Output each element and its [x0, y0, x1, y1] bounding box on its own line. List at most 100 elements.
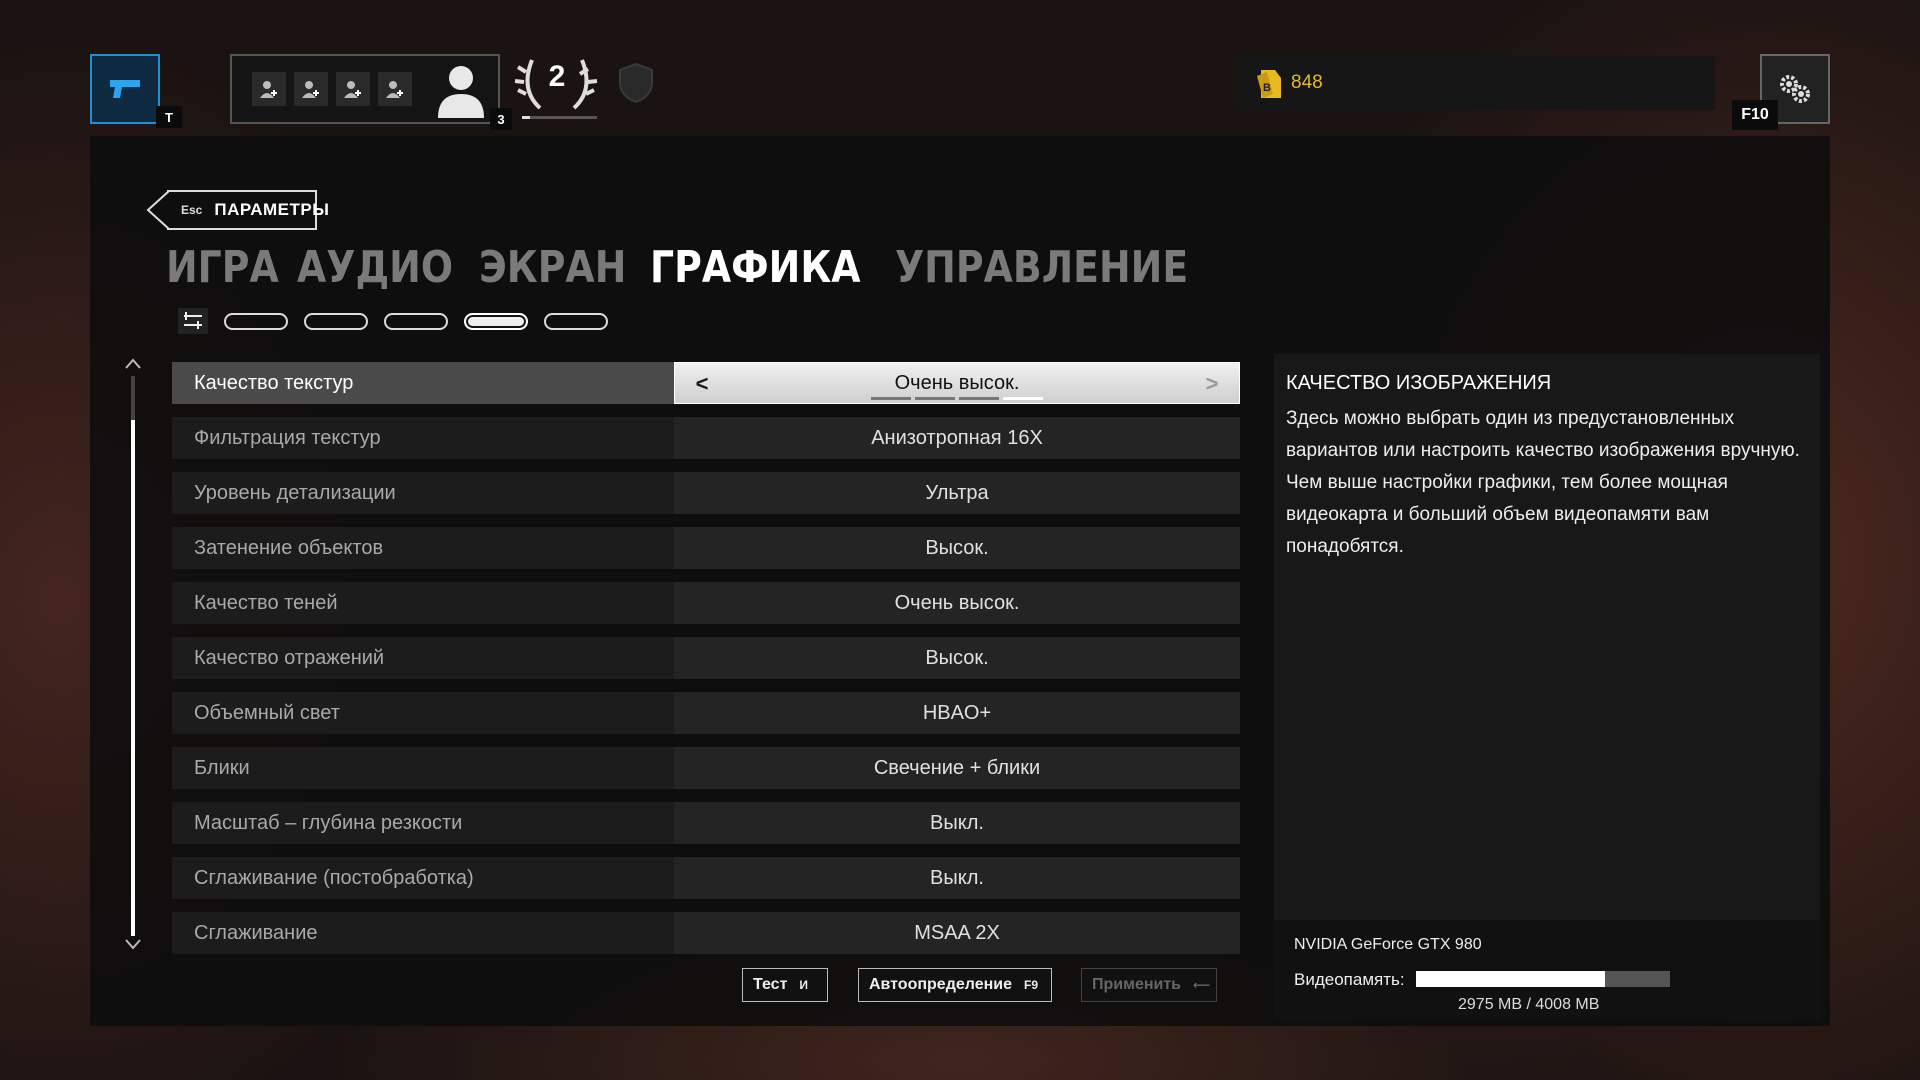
vram-label: Видеопамять:: [1294, 970, 1405, 989]
rank-number: 2: [548, 60, 566, 93]
tab-display[interactable]: ЭКРАН: [479, 242, 626, 293]
gpu-info-panel: NVIDIA GeForce GTX 980 Видеопамять: 2975…: [1274, 920, 1820, 1020]
test-button-label: Тест: [753, 976, 788, 993]
setting-row-volumetric-light[interactable]: Объемный свет HBAO+: [172, 692, 1240, 734]
loadout-button[interactable]: [90, 54, 160, 124]
setting-row-detail-level[interactable]: Уровень детализации Ультра: [172, 472, 1240, 514]
next-value-arrow-icon[interactable]: >: [1197, 363, 1227, 405]
vram-usage-fill: [1416, 971, 1605, 987]
gpu-name: NVIDIA GeForce GTX 980: [1294, 936, 1482, 953]
player-avatar-icon[interactable]: [434, 62, 488, 118]
scroll-up-icon[interactable]: [124, 356, 142, 370]
setting-label: Объемный свет: [172, 692, 674, 734]
rank-badge[interactable]: 2: [512, 50, 602, 124]
autodetect-key-hint: F9: [1024, 978, 1039, 992]
apply-button[interactable]: Применить ⟵: [1081, 968, 1217, 1002]
value-level-indicator: [871, 397, 1043, 400]
setting-label: Затенение объектов: [172, 527, 674, 569]
party-panel: [230, 54, 500, 124]
tab-controls[interactable]: УПРАВЛЕНИЕ: [895, 242, 1188, 293]
setting-label: Качество текстур: [172, 362, 674, 404]
setting-value[interactable]: HBAO+: [674, 692, 1240, 734]
setting-value[interactable]: Свечение + блики: [674, 747, 1240, 789]
enter-key-icon: ⟵: [1193, 978, 1211, 992]
autodetect-button[interactable]: Автоопределение F9: [858, 968, 1052, 1002]
description-panel: КАЧЕСТВО ИЗОБРАЖЕНИЯ Здесь можно выбрать…: [1274, 354, 1820, 920]
settings-tabs: ИГРА АУДИО ЭКРАН ГРАФИКА УПРАВЛЕНИЕ: [166, 242, 1212, 293]
setting-row-reflection-quality[interactable]: Качество отражений Высок.: [172, 637, 1240, 679]
preset-pill[interactable]: [544, 312, 608, 330]
add-user-icon: [344, 81, 361, 98]
setting-value[interactable]: Выкл.: [674, 802, 1240, 844]
setting-label: Сглаживание (постобработка): [172, 857, 674, 899]
setting-value: Очень высок.: [894, 371, 1020, 394]
back-arrow-icon: [146, 190, 169, 230]
rank-progress-fill: [522, 116, 530, 119]
scrollbar-thumb[interactable]: [131, 420, 135, 936]
back-key-hint: Esc: [181, 203, 203, 217]
setting-value[interactable]: MSAA 2X: [674, 912, 1240, 954]
graphics-settings-list: Качество текстур < Очень высок. > Фильтр…: [172, 362, 1240, 967]
preset-pill[interactable]: [304, 312, 368, 330]
invite-friend-button[interactable]: [336, 72, 370, 106]
setting-value[interactable]: Анизотропная 16X: [674, 417, 1240, 459]
setting-row-texture-quality[interactable]: Качество текстур < Очень высок. >: [172, 362, 1240, 404]
invite-friend-button[interactable]: [294, 72, 328, 106]
test-key-hint: И: [799, 978, 809, 992]
add-user-icon: [302, 81, 319, 98]
setting-value[interactable]: Высок.: [674, 527, 1240, 569]
setting-row-object-shading[interactable]: Затенение объектов Высок.: [172, 527, 1240, 569]
vram-usage-bar: [1416, 971, 1670, 987]
apply-button-label: Применить: [1092, 976, 1182, 993]
back-label: ПАРАМЕТРЫ: [214, 200, 330, 219]
setting-label: Сглаживание: [172, 912, 674, 954]
preset-pill[interactable]: [384, 312, 448, 330]
settings-key-hint: F10: [1732, 100, 1778, 130]
setting-label: Качество отражений: [172, 637, 674, 679]
autodetect-button-label: Автоопределение: [869, 976, 1012, 993]
setting-label: Масштаб – глубина резкости: [172, 802, 674, 844]
rank-progress-bar: [522, 116, 597, 119]
add-user-icon: [386, 81, 403, 98]
value-level-segment: [959, 397, 999, 400]
setting-row-scope-dof[interactable]: Масштаб – глубина резкости Выкл.: [172, 802, 1240, 844]
scrollbar-track[interactable]: [131, 376, 135, 936]
setting-value[interactable]: Выкл.: [674, 857, 1240, 899]
tab-game[interactable]: ИГРА: [166, 242, 279, 293]
setting-label: Фильтрация текстур: [172, 417, 674, 459]
preset-selector: [178, 308, 608, 334]
invite-friend-button[interactable]: [378, 72, 412, 106]
setting-label: Блики: [172, 747, 674, 789]
setting-value[interactable]: Очень высок.: [674, 582, 1240, 624]
setting-row-shadow-quality[interactable]: Качество теней Очень высок.: [172, 582, 1240, 624]
pistol-icon: [110, 80, 140, 98]
description-text: Здесь можно выбрать один из предустановл…: [1286, 408, 1800, 557]
setting-label: Качество теней: [172, 582, 674, 624]
setting-value[interactable]: Высок.: [674, 637, 1240, 679]
gears-icon: [1780, 75, 1810, 103]
shield-icon: [619, 62, 653, 104]
preset-pill-active[interactable]: [464, 312, 528, 330]
currency-amount: 848: [1291, 72, 1323, 93]
currency-tag-icon: B: [1257, 70, 1281, 98]
invite-friend-button[interactable]: [252, 72, 286, 106]
setting-value-selector[interactable]: < Очень высок. >: [674, 362, 1240, 404]
tab-graphics[interactable]: ГРАФИКА: [650, 242, 861, 293]
previous-value-arrow-icon[interactable]: <: [687, 363, 717, 405]
value-level-segment: [915, 397, 955, 400]
preset-pill[interactable]: [224, 312, 288, 330]
svg-text:B: B: [1263, 82, 1271, 94]
scroll-down-icon[interactable]: [124, 938, 142, 952]
presets-toggle-icon[interactable]: [178, 308, 208, 334]
value-level-segment: [871, 397, 911, 400]
setting-row-antialiasing[interactable]: Сглаживание MSAA 2X: [172, 912, 1240, 954]
value-level-segment: [1003, 397, 1043, 400]
back-button[interactable]: Esc ПАРАМЕТРЫ: [145, 190, 329, 230]
player-level-badge: 3: [490, 108, 512, 130]
setting-row-glare[interactable]: Блики Свечение + блики: [172, 747, 1240, 789]
setting-value[interactable]: Ультра: [674, 472, 1240, 514]
setting-row-postprocess-aa[interactable]: Сглаживание (постобработка) Выкл.: [172, 857, 1240, 899]
test-button[interactable]: Тест И: [742, 968, 828, 1002]
tab-audio[interactable]: АУДИО: [297, 242, 453, 293]
setting-row-texture-filtering[interactable]: Фильтрация текстур Анизотропная 16X: [172, 417, 1240, 459]
